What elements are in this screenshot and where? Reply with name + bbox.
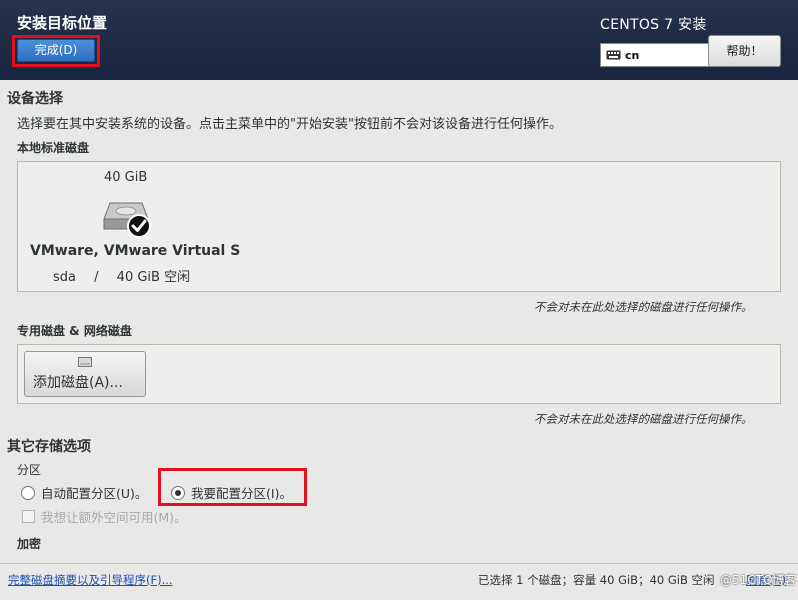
header-bar: 安装目标位置 完成(D) CENTOS 7 安装 cn 帮助！: [0, 0, 798, 80]
disk-device: sda: [53, 270, 76, 285]
disk-free: 40 GiB 空闲: [116, 270, 191, 285]
extra-space-option[interactable]: 我想让额外空间可用(M)。: [22, 507, 187, 526]
other-storage-heading: 其它存储选项: [7, 439, 91, 455]
disk-separator: /: [94, 270, 99, 285]
auto-partition-radio[interactable]: [21, 485, 35, 500]
disk-summary-link[interactable]: 完整磁盘摘要以及引导程序(F)...: [8, 572, 173, 588]
auto-partition-option[interactable]: 自动配置分区(U)。: [21, 483, 147, 502]
manual-partition-label: 我要配置分区(I)。: [191, 486, 292, 501]
disk-info: sda / 40 GiB 空闲: [53, 266, 204, 285]
manual-partition-radio[interactable]: [171, 485, 185, 500]
encryption-label: 加密: [17, 537, 42, 551]
extra-space-checkbox[interactable]: [22, 510, 35, 523]
keyboard-icon: [606, 50, 621, 60]
partition-label: 分区: [17, 463, 42, 477]
hard-disk-icon[interactable]: [100, 195, 156, 241]
done-button[interactable]: 完成(D): [17, 39, 95, 62]
special-disks-note: 不会对未在此处选择的磁盘进行任何操作。: [534, 412, 753, 426]
product-name: CENTOS 7 安装: [600, 17, 707, 33]
watermark: @51CTO博客: [720, 573, 797, 587]
help-button[interactable]: 帮助！: [708, 35, 781, 67]
local-disks-label: 本地标准磁盘: [17, 141, 90, 155]
page-title: 安装目标位置: [17, 14, 108, 32]
device-selection-heading: 设备选择: [7, 91, 63, 107]
extra-space-label: 我想让额外空间可用(M)。: [41, 510, 187, 525]
auto-partition-label: 自动配置分区(U)。: [41, 486, 148, 501]
manual-partition-option[interactable]: 我要配置分区(I)。: [171, 483, 292, 502]
local-disks-note: 不会对未在此处选择的磁盘进行任何操作。: [534, 300, 753, 314]
disk-size: 40 GiB: [104, 170, 148, 185]
add-disk-label: 添加磁盘(A)...: [33, 375, 123, 391]
special-disks-label: 专用磁盘 & 网络磁盘: [17, 324, 132, 338]
keyboard-layout-indicator[interactable]: cn: [600, 43, 710, 67]
disk-small-icon: [78, 357, 92, 367]
device-selection-description: 选择要在其中安装系统的设备。点击主菜单中的"开始安装"按钮前不会对该设备进行任何…: [17, 117, 562, 132]
keyboard-layout-label: cn: [625, 48, 640, 62]
disk-name: VMware, VMware Virtual S: [30, 243, 241, 259]
selection-status: 已选择 1 个磁盘；容量 40 GiB；40 GiB 空闲: [478, 573, 715, 587]
add-disk-button[interactable]: 添加磁盘(A)...: [24, 351, 146, 397]
footer-bar: 完整磁盘摘要以及引导程序(F)... 已选择 1 个磁盘；容量 40 GiB；4…: [0, 563, 798, 600]
